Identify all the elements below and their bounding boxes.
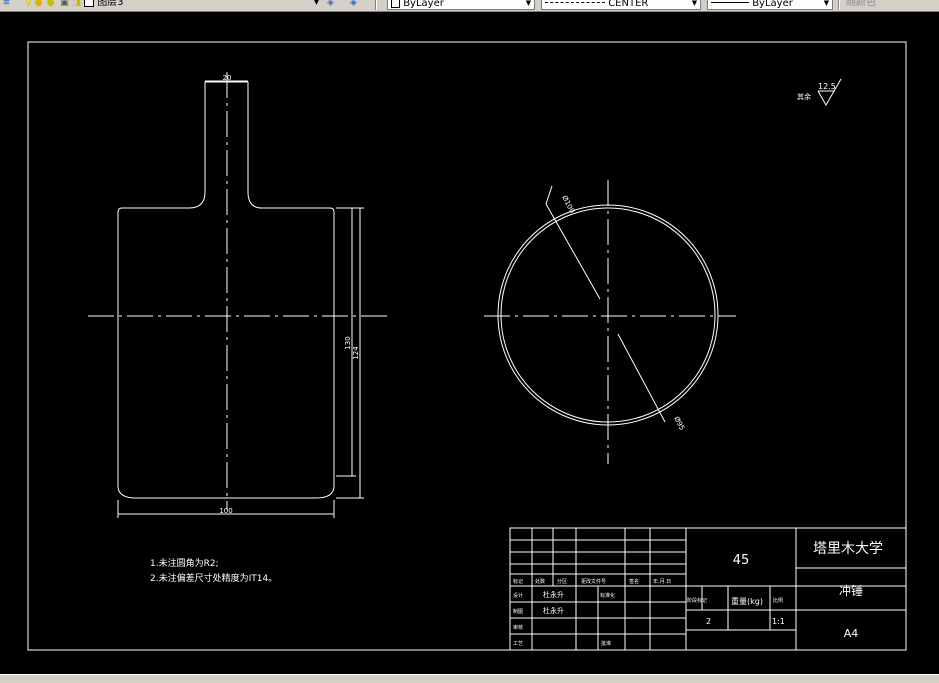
zone-label: 分区 bbox=[557, 578, 567, 585]
chevron-down-icon[interactable]: ▼ bbox=[822, 0, 831, 9]
design-label: 设计 bbox=[513, 592, 523, 599]
color-dropdown[interactable]: ByLayer ▼ bbox=[387, 0, 535, 10]
dimension-text: 20 bbox=[223, 74, 232, 82]
chevron-down-icon[interactable]: ▼ bbox=[312, 0, 321, 8]
sun-icon[interactable]: ● bbox=[33, 0, 44, 9]
hammer-outline bbox=[117, 81, 335, 499]
layer-dropdown[interactable]: 图层3 ▼ bbox=[81, 0, 321, 10]
roughness-label: 其余 bbox=[797, 92, 811, 101]
layer-stack-icon[interactable]: ◈ bbox=[348, 0, 359, 9]
layer-name: 图层3 bbox=[97, 0, 124, 8]
roughness-symbol: 12.5 其余 bbox=[797, 78, 842, 107]
count-label: 处数 bbox=[535, 578, 545, 585]
dimension-top-width: 20 bbox=[205, 74, 248, 82]
plotstyle-value: 随颜色 bbox=[846, 0, 876, 8]
drafter-name: 杜永升 bbox=[543, 606, 564, 615]
chevron-down-icon[interactable]: ▼ bbox=[690, 0, 699, 9]
color-square-icon bbox=[84, 0, 94, 7]
note-line-2: 2.未注偏差尺寸处精度为IT14。 bbox=[150, 572, 277, 584]
standard-label: 标准化 bbox=[600, 592, 615, 599]
stage-value: 2 bbox=[706, 617, 711, 626]
linetype-value: CENTER bbox=[608, 0, 649, 9]
leader-outer-diameter bbox=[545, 203, 601, 300]
material-value: 45 bbox=[733, 553, 750, 568]
leader-inner-diameter bbox=[617, 333, 666, 423]
linetype-preview bbox=[545, 2, 605, 4]
toolbar-separator bbox=[375, 0, 377, 10]
review-label: 审核 bbox=[513, 624, 523, 631]
chevron-down-icon[interactable]: ▼ bbox=[524, 0, 533, 9]
properties-toolbar: ≋ ♀ ● ● ▣ ◨ 图层3 ▼ ◈ ◈ ByLayer ▼ CENTER ▼… bbox=[0, 0, 939, 12]
scale-value: 1:1 bbox=[772, 617, 785, 626]
dimension-text: 130 bbox=[344, 336, 352, 349]
date-label: 年.月.日 bbox=[653, 578, 671, 585]
dimension-text: 124 bbox=[352, 346, 360, 360]
sign-label: 签名 bbox=[629, 578, 639, 585]
note-line-1: 1.未注圆角为R2; bbox=[150, 557, 219, 569]
layer-previous-icon[interactable]: ◈ bbox=[325, 0, 336, 9]
drawing-canvas[interactable]: 20 100 130 124 Ø100 Ø95 12.5 其余 1.未注圆角为R… bbox=[0, 12, 939, 674]
dimension-text: 100 bbox=[219, 507, 232, 515]
lock-icon[interactable]: ▣ bbox=[59, 0, 70, 9]
dimension-text: Ø100 bbox=[560, 194, 576, 214]
roughness-value: 12.5 bbox=[818, 82, 836, 91]
change-doc-label: 更改文件号 bbox=[581, 578, 606, 585]
school-name: 塔里木大学 bbox=[813, 541, 883, 557]
dimension-heights: 130 124 bbox=[336, 207, 364, 499]
scale-label: 比例 bbox=[773, 597, 783, 604]
dimension-text: Ø95 bbox=[672, 415, 686, 431]
title-block-text: 45 塔里木大学 冲锤 A4 标记 处数 分区 更改文件号 签名 年.月.日 设… bbox=[513, 541, 883, 647]
mark-label: 标记 bbox=[513, 578, 523, 585]
lineweight-value: ByLayer bbox=[752, 0, 793, 9]
part-name: 冲锤 bbox=[839, 583, 863, 598]
approve-label: 批准 bbox=[601, 640, 611, 647]
layer-manager-icon[interactable]: ≋ bbox=[1, 0, 12, 9]
lineweight-dropdown[interactable]: ByLayer ▼ bbox=[707, 0, 833, 10]
color-square-icon bbox=[391, 0, 400, 8]
weight-label: 重量(kg) bbox=[731, 596, 763, 606]
toolbar-separator bbox=[838, 0, 840, 10]
sun-icon[interactable]: ● bbox=[45, 0, 56, 9]
color-value: ByLayer bbox=[403, 0, 444, 9]
sheet-size: A4 bbox=[844, 627, 859, 640]
designer-name: 杜永升 bbox=[543, 590, 564, 599]
dimension-bottom-width: 100 bbox=[117, 500, 335, 518]
lineweight-preview bbox=[711, 2, 749, 4]
drafter-label: 制图 bbox=[513, 608, 523, 615]
stage-label: 阶段标记 bbox=[687, 597, 707, 604]
leader-outer-tail bbox=[545, 185, 553, 205]
linetype-dropdown[interactable]: CENTER ▼ bbox=[541, 0, 701, 10]
process-label: 工艺 bbox=[513, 641, 523, 647]
